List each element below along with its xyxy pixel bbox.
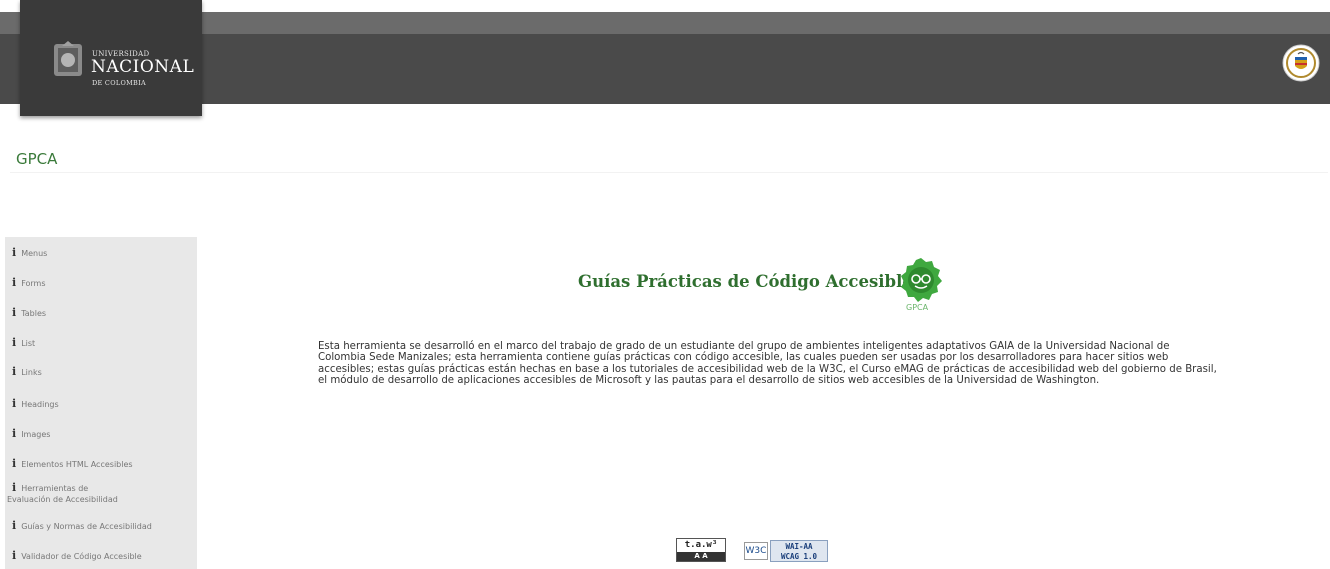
- university-shield-icon: [54, 41, 82, 76]
- info-icon: i: [12, 276, 17, 289]
- page-heading: Guías Prácticas de Código Accesible: [578, 272, 913, 291]
- site-title[interactable]: GPCA: [16, 150, 57, 168]
- sidebar-item-elementos-html[interactable]: i Elementos HTML Accesibles: [12, 458, 133, 470]
- sidebar-item-label: List: [21, 339, 36, 348]
- wai-aa-line2: WCAG 1.0: [780, 552, 818, 561]
- wai-aa-line1: WAI-AA: [785, 542, 813, 551]
- sidebar-nav: i Menus i Forms i Tables i List i Links i Head…: [5, 237, 197, 569]
- sidebar-item-guias-normas[interactable]: i Guías y Normas de Accesibilidad: [12, 520, 152, 532]
- logo-text-nacional: NACIONAL: [91, 57, 195, 77]
- sidebar-item-label: Forms: [21, 279, 46, 288]
- w3c-wai-aa-badge[interactable]: W3C WAI-AA WCAG 1.0: [744, 540, 830, 562]
- logo-text-de-colombia: DE COLOMBIA: [92, 79, 146, 87]
- sidebar-item-list[interactable]: i List: [12, 337, 35, 349]
- info-icon: i: [12, 549, 17, 562]
- taw-badge-top: t.a.w³: [684, 540, 718, 550]
- info-icon: i: [12, 397, 17, 410]
- sidebar-item-label: Menus: [21, 249, 48, 258]
- sidebar-item-herramientas[interactable]: i Herramientas de Evaluación de Accesibili…: [7, 482, 118, 505]
- sidebar-item-label: Elementos HTML Accesibles: [21, 460, 133, 469]
- intro-paragraph: Esta herramienta se desarrolló en el mar…: [318, 341, 1217, 387]
- sidebar-item-links[interactable]: i Links: [12, 366, 42, 378]
- info-icon: i: [12, 519, 17, 532]
- sidebar-item-label: Validador de Código Accesible: [21, 552, 142, 561]
- university-logo[interactable]: UNIVERSIDAD NACIONAL DE COLOMBIA: [20, 0, 202, 116]
- taw-badge-level: A A: [677, 552, 725, 561]
- sidebar-item-label: Tables: [21, 309, 47, 318]
- info-icon: i: [12, 481, 17, 494]
- sidebar-item-label: Herramientas de: [21, 484, 89, 493]
- wai-aa-label: WAI-AA WCAG 1.0: [770, 540, 828, 562]
- info-icon: i: [12, 246, 17, 259]
- gpca-logo-caption: GPCA: [906, 303, 929, 312]
- sidebar-item-images[interactable]: i Images: [12, 428, 50, 440]
- title-divider: [10, 172, 1328, 173]
- info-icon: i: [12, 336, 17, 349]
- info-icon: i: [12, 457, 17, 470]
- republic-seal-icon[interactable]: [1282, 44, 1320, 82]
- info-icon: i: [12, 306, 17, 319]
- sidebar-item-label: Images: [21, 430, 51, 439]
- sidebar-item-headings[interactable]: i Headings: [12, 398, 59, 410]
- sidebar-item-validador[interactable]: i Validador de Código Accesible: [12, 550, 142, 562]
- sidebar-item-forms[interactable]: i Forms: [12, 277, 46, 289]
- sidebar-item-menus[interactable]: i Menus: [12, 247, 47, 259]
- sidebar-item-label: Headings: [21, 400, 59, 409]
- w3c-logo: W3C: [744, 542, 768, 560]
- info-icon: i: [12, 427, 17, 440]
- info-icon: i: [12, 365, 17, 378]
- sidebar-item-tables[interactable]: i Tables: [12, 307, 46, 319]
- sidebar-item-label: Links: [21, 368, 42, 377]
- sidebar-item-label: Guías y Normas de Accesibilidad: [21, 522, 152, 531]
- sidebar-item-label-line2: Evaluación de Accesibilidad: [7, 495, 118, 504]
- taw-aa-badge[interactable]: t.a.w³ A A: [676, 538, 726, 562]
